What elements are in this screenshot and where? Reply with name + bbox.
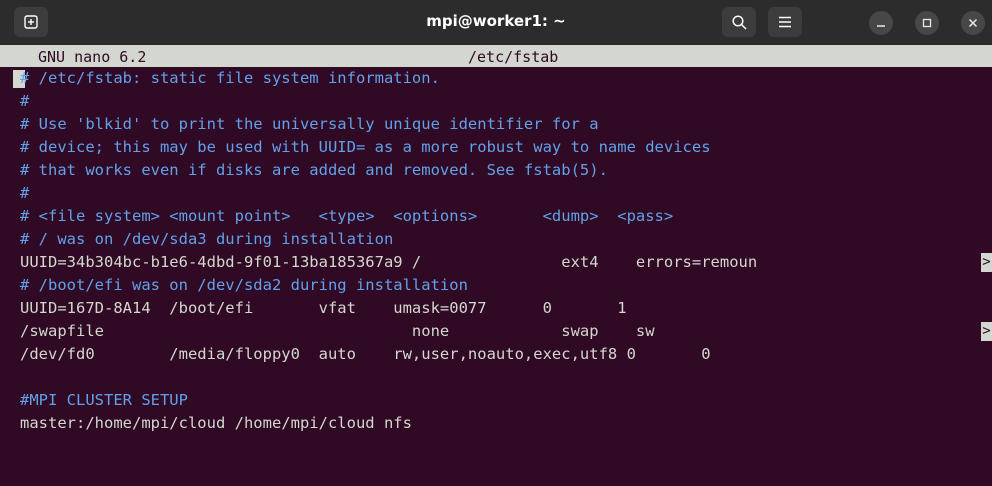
comment-line: # /etc/fstab: static file system informa… bbox=[0, 67, 992, 90]
nano-filename: /etc/fstab bbox=[468, 48, 559, 66]
line-text: # /boot/efi was on /dev/sda2 during inst… bbox=[20, 276, 468, 294]
comment-line: # bbox=[0, 90, 992, 113]
comment-line: # bbox=[0, 182, 992, 205]
maximize-button[interactable] bbox=[915, 11, 939, 35]
line-text: # / was on /dev/sda3 during installation bbox=[20, 230, 394, 248]
config-line: master:/home/mpi/cloud /home/mpi/cloud n… bbox=[0, 412, 992, 435]
line-text: # that works even if disks are added and… bbox=[20, 161, 608, 179]
window-title: mpi@worker1: ~ bbox=[426, 12, 566, 30]
config-line: /dev/fd0 /media/floppy0 auto rw,user,noa… bbox=[0, 343, 992, 366]
line-text: # bbox=[20, 184, 30, 202]
config-line: /swapfile none swap sw > bbox=[0, 320, 992, 343]
comment-line: # / was on /dev/sda3 during installation bbox=[0, 228, 992, 251]
close-button[interactable] bbox=[961, 11, 985, 35]
editor-text[interactable]: # /etc/fstab: static file system informa… bbox=[0, 67, 992, 435]
comment-line: # /boot/efi was on /dev/sda2 during inst… bbox=[0, 274, 992, 297]
line-text: # <file system> <mount point> <type> <op… bbox=[20, 207, 674, 225]
line-text: UUID=167D-8A14 /boot/efi vfat umask=0077… bbox=[20, 299, 627, 317]
line-text: # bbox=[20, 92, 30, 110]
search-button[interactable] bbox=[722, 7, 756, 37]
line-text: # /etc/fstab: static file system informa… bbox=[20, 69, 440, 87]
line-overflow-marker: > bbox=[981, 253, 992, 272]
line-text: #MPI CLUSTER SETUP bbox=[20, 391, 188, 409]
line-text: /swapfile none swap sw bbox=[20, 322, 655, 340]
comment-line: # that works even if disks are added and… bbox=[0, 159, 992, 182]
nano-version: GNU nano 6.2 bbox=[38, 48, 147, 66]
line-text: # Use 'blkid' to print the universally u… bbox=[20, 115, 599, 133]
line-text: UUID=34b304bc-b1e6-4dbd-9f01-13ba185367a… bbox=[20, 253, 758, 271]
maximize-icon bbox=[922, 18, 932, 28]
comment-line: # Use 'blkid' to print the universally u… bbox=[0, 113, 992, 136]
line-text: # device; this may be used with UUID= as… bbox=[20, 138, 711, 156]
terminal-window: mpi@worker1: ~ GNU nano 6.2 /etc/fstab #… bbox=[0, 0, 992, 486]
title-bar: mpi@worker1: ~ bbox=[0, 0, 992, 45]
terminal-area[interactable]: GNU nano 6.2 /etc/fstab # /etc/fstab: st… bbox=[0, 45, 992, 486]
config-line bbox=[0, 366, 992, 389]
line-text: master:/home/mpi/cloud /home/mpi/cloud n… bbox=[20, 414, 412, 432]
menu-button[interactable] bbox=[768, 7, 802, 37]
line-text: /dev/fd0 /media/floppy0 auto rw,user,noa… bbox=[20, 345, 711, 363]
comment-line: #MPI CLUSTER SETUP bbox=[0, 389, 992, 412]
minimize-button[interactable] bbox=[869, 11, 893, 35]
close-icon bbox=[968, 18, 978, 28]
hamburger-menu-icon bbox=[779, 16, 791, 28]
config-line: UUID=34b304bc-b1e6-4dbd-9f01-13ba185367a… bbox=[0, 251, 992, 274]
search-icon bbox=[731, 14, 747, 30]
config-line: UUID=167D-8A14 /boot/efi vfat umask=0077… bbox=[0, 297, 992, 320]
line-overflow-marker: > bbox=[981, 322, 992, 341]
minimize-icon bbox=[877, 25, 885, 27]
comment-line: # <file system> <mount point> <type> <op… bbox=[0, 205, 992, 228]
nano-title-bar: GNU nano 6.2 /etc/fstab bbox=[0, 45, 992, 67]
comment-line: # device; this may be used with UUID= as… bbox=[0, 136, 992, 159]
